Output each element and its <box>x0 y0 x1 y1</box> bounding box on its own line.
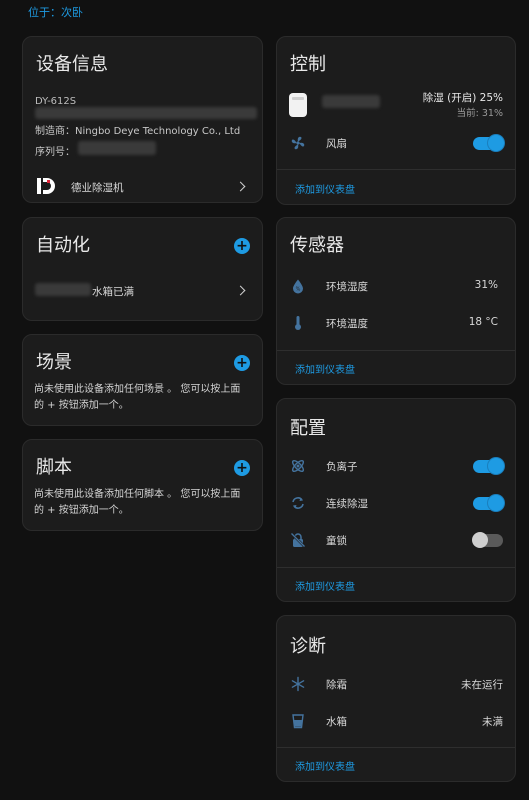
automation-item-label: 水箱已满 <box>92 286 134 298</box>
add-automation-plus-icon[interactable]: + <box>234 238 250 254</box>
scripts-card: 脚本 + 尚未使用此设备添加任何脚本 。 您可以按上面的 + 按钮添加一个。 <box>22 439 263 531</box>
fan-toggle[interactable] <box>473 135 504 151</box>
config-add-to-dashboard-link[interactable]: 添加到仪表盘 <box>295 578 355 593</box>
diagnostics-add-to-dashboard-link[interactable]: 添加到仪表盘 <box>295 758 355 773</box>
sensor-value: 31% <box>474 279 498 291</box>
controls-card: 控制 除湿 (开启) 25% 当前: 31% 风扇 添加到仪表盘 <box>276 36 516 205</box>
device-model: DY-612S <box>35 96 77 107</box>
sensor-value: 18 °C <box>468 316 498 328</box>
manufacturer-value: Ningbo Deye Technology Co., Ltd <box>75 126 241 137</box>
automation-card: 自动化 + 水箱已满 <box>22 217 263 321</box>
humidifier-row[interactable]: 除湿 (开启) 25% 当前: 31% <box>277 89 515 121</box>
humidifier-current: 当前: 31% <box>456 108 503 119</box>
integration-name: 德业除湿机 <box>71 182 124 194</box>
divider <box>277 747 515 748</box>
divider <box>277 169 515 170</box>
diagnostics-title: 诊断 <box>290 636 326 657</box>
sensor-label: 环境温度 <box>326 318 368 330</box>
config-label: 童锁 <box>326 535 347 547</box>
sensors-title: 传感器 <box>290 235 344 256</box>
lock-off-icon <box>290 532 306 548</box>
device-info-card: 设备信息 DY-612S 制造商：Ningbo Deye Technology … <box>22 36 263 203</box>
sensors-add-to-dashboard-link[interactable]: 添加到仪表盘 <box>295 361 355 376</box>
svg-text:%: % <box>296 287 301 293</box>
diag-row-defrost[interactable]: 除霜 未在运行 <box>277 674 515 694</box>
integration-row[interactable]: 德业除湿机 <box>23 175 262 199</box>
device-info-title: 设备信息 <box>36 54 108 75</box>
divider <box>277 350 515 351</box>
snowflake-icon <box>291 676 305 692</box>
fan-label: 风扇 <box>326 138 347 150</box>
location-breadcrumb[interactable]: 位于：次卧 <box>28 4 83 20</box>
sensor-row-temperature[interactable]: 环境温度 18 °C <box>277 313 515 333</box>
automation-item[interactable]: 水箱已满 <box>23 278 262 302</box>
config-label: 负离子 <box>326 461 358 473</box>
scripts-title: 脚本 <box>36 457 72 478</box>
config-row-child-lock[interactable]: 童锁 <box>277 530 515 550</box>
diag-label: 水箱 <box>326 716 347 728</box>
dehumidifier-device-icon <box>289 93 307 117</box>
sensors-card: 传感器 % 环境湿度 31% 环境温度 18 °C 添加到仪表盘 <box>276 217 516 385</box>
thermometer-icon <box>295 316 301 330</box>
fan-icon <box>291 136 305 150</box>
diag-value: 未在运行 <box>461 679 503 691</box>
redacted-automation-name <box>35 283 91 296</box>
fan-row[interactable]: 风扇 <box>277 133 515 153</box>
manufacturer-label: 制造商： <box>35 126 75 137</box>
redacted-serial <box>78 141 156 155</box>
config-card: 配置 负离子 连续除湿 童锁 添加到仪表盘 <box>276 398 516 602</box>
continuous-dehumidify-toggle[interactable] <box>473 495 504 511</box>
scenes-empty-text: 尚未使用此设备添加任何场景 。 您可以按上面的 + 按钮添加一个。 <box>34 384 241 411</box>
config-row-continuous[interactable]: 连续除湿 <box>277 493 515 513</box>
manufacturer-row: 制造商：Ningbo Deye Technology Co., Ltd <box>35 122 240 137</box>
add-script-plus-icon[interactable]: + <box>234 460 250 476</box>
automation-title: 自动化 <box>36 235 90 256</box>
diag-row-water-tank[interactable]: 水箱 未满 <box>277 711 515 731</box>
diag-label: 除霜 <box>326 679 347 691</box>
diag-value: 未满 <box>482 716 503 728</box>
deye-logo-icon <box>37 178 55 194</box>
sync-icon <box>292 497 304 509</box>
add-scene-plus-icon[interactable]: + <box>234 355 250 371</box>
scenes-card: 场景 + 尚未使用此设备添加任何场景 。 您可以按上面的 + 按钮添加一个。 <box>22 334 263 426</box>
sensor-row-humidity[interactable]: % 环境湿度 31% <box>277 276 515 296</box>
child-lock-toggle[interactable] <box>472 532 503 548</box>
chevron-right-icon <box>235 181 246 192</box>
chevron-right-icon <box>235 285 246 296</box>
config-title: 配置 <box>290 418 326 439</box>
config-row-anion[interactable]: 负离子 <box>277 456 515 476</box>
serial-label: 序列号： <box>35 147 75 158</box>
serial-row: 序列号： <box>35 143 75 158</box>
anion-toggle[interactable] <box>473 458 504 474</box>
redacted-humidifier-name <box>322 95 380 108</box>
config-label: 连续除湿 <box>326 498 368 510</box>
scenes-title: 场景 <box>36 352 72 373</box>
sensor-label: 环境湿度 <box>326 281 368 293</box>
cup-icon <box>292 714 304 729</box>
controls-add-to-dashboard-link[interactable]: 添加到仪表盘 <box>295 181 355 196</box>
water-drop-icon: % <box>293 279 303 294</box>
divider <box>277 567 515 568</box>
controls-title: 控制 <box>290 54 326 75</box>
redacted-firmware <box>35 107 257 119</box>
atom-icon <box>291 459 305 473</box>
scripts-empty-text: 尚未使用此设备添加任何脚本 。 您可以按上面的 + 按钮添加一个。 <box>34 489 241 516</box>
diagnostics-card: 诊断 除霜 未在运行 水箱 未满 添加到仪表盘 <box>276 615 516 782</box>
humidifier-state: 除湿 (开启) 25% <box>422 92 503 104</box>
